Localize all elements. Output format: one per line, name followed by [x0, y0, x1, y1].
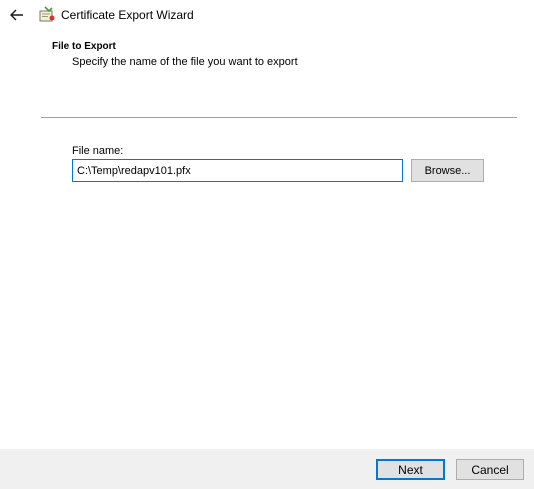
page-title: File to Export	[52, 41, 116, 52]
certificate-wizard-icon	[39, 6, 55, 22]
title-bar: Certificate Export Wizard	[0, 0, 534, 32]
cancel-button[interactable]: Cancel	[456, 459, 524, 480]
arrow-left-icon	[10, 9, 23, 21]
window-title: Certificate Export Wizard	[61, 8, 194, 22]
file-name-input[interactable]	[72, 159, 403, 182]
back-button[interactable]	[6, 4, 28, 26]
header-divider	[41, 117, 517, 118]
page-subtitle: Specify the name of the file you want to…	[72, 56, 298, 68]
wizard-footer	[0, 449, 534, 489]
file-name-label: File name:	[72, 145, 124, 157]
next-button[interactable]: Next	[376, 459, 445, 480]
browse-button[interactable]: Browse...	[411, 159, 484, 182]
